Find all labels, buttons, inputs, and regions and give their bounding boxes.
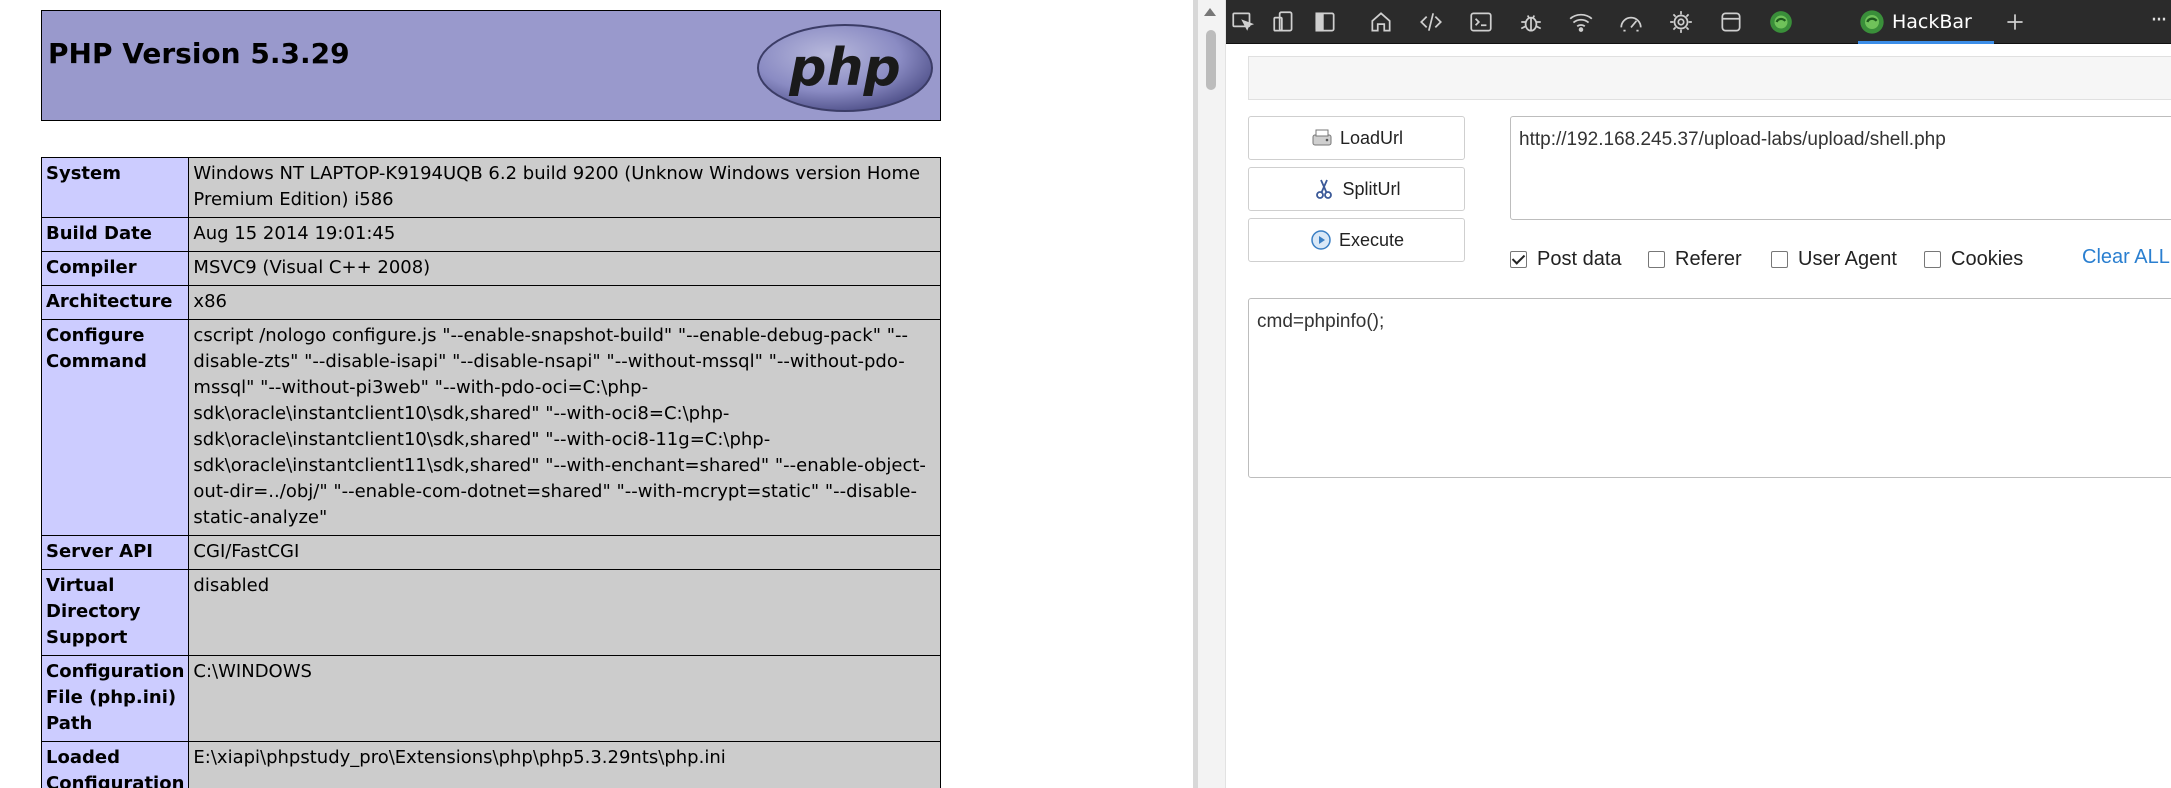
row-value: CGI/FastCGI (188, 535, 941, 570)
wifi-icon[interactable] (1564, 5, 1598, 39)
row-value: disabled (188, 569, 941, 656)
add-tab-icon[interactable] (1998, 5, 2032, 39)
table-row: Compiler MSVC9 (Visual C++ 2008) (40, 251, 941, 286)
post-data-checkbox[interactable] (1510, 250, 1527, 268)
table-row: Server API CGI/FastCGI (40, 535, 941, 570)
referer-checkbox[interactable] (1648, 250, 1665, 268)
home-icon[interactable] (1364, 5, 1398, 39)
scissors-icon (1316, 179, 1333, 199)
row-label: System (40, 157, 190, 218)
devtools-toolbar: HackBar ··· (1226, 0, 2171, 44)
table-row: Virtual Directory Support disabled (40, 569, 941, 656)
table-row: Loaded Configuration E:\xiapi\phpstudy_pr… (40, 741, 941, 788)
application-icon[interactable] (1714, 5, 1748, 39)
row-label: Configure Command (40, 319, 190, 536)
execute-button[interactable]: Execute (1248, 218, 1465, 262)
row-label: Build Date (40, 217, 190, 252)
post-data-label: Post data (1537, 247, 1622, 270)
user-agent-label: User Agent (1798, 247, 1897, 270)
table-row: Configure Command cscript /nologo configu… (40, 319, 941, 536)
split-url-button[interactable]: SplitUrl (1248, 167, 1465, 211)
table-row: Configuration File (php.ini) Path C:\WIND… (40, 655, 941, 742)
tab-hackbar[interactable]: HackBar (1858, 0, 1994, 44)
load-url-icon (1312, 129, 1332, 146)
referer-label: Referer (1675, 247, 1742, 270)
row-value: Aug 15 2014 19:01:45 (188, 217, 941, 252)
phpinfo-table: System Windows NT LAPTOP-K9194UQB 6.2 bui… (40, 157, 941, 788)
hackbar-tab-icon (1860, 10, 1884, 34)
load-url-button[interactable]: LoadUrl (1248, 116, 1465, 160)
cookies-option[interactable]: Cookies (1924, 246, 2023, 272)
referer-option[interactable]: Referer (1648, 246, 1742, 272)
devtools-panel: HackBar ··· LoadUrl SplitUrl Execute htt… (1198, 0, 2171, 788)
row-label: Architecture (40, 285, 190, 320)
active-tab-indicator (1858, 41, 1994, 44)
row-value: MSVC9 (Visual C++ 2008) (188, 251, 941, 286)
hackbar-extension-icon[interactable] (1764, 5, 1798, 39)
cookies-checkbox[interactable] (1924, 250, 1941, 268)
post-data-option[interactable]: Post data (1510, 246, 1622, 272)
device-emulation-icon[interactable] (1267, 5, 1301, 39)
cpu-icon[interactable] (1664, 5, 1698, 39)
load-url-label: LoadUrl (1339, 127, 1404, 148)
row-label: Configuration File (php.ini) Path (40, 655, 190, 742)
post-data-input[interactable]: cmd=phpinfo(); (1248, 298, 2171, 478)
inspect-icon[interactable] (1226, 5, 1260, 39)
phpinfo-page: PHP Version 5.3.29 php System Windows NT … (0, 0, 1193, 788)
execute-label: Execute (1338, 229, 1405, 250)
php-logo: php (757, 24, 933, 112)
url-input[interactable]: http://192.168.245.37/upload-labs/upload… (1510, 116, 2171, 220)
scroll-up-arrow-icon[interactable] (1204, 8, 1216, 16)
play-icon (1311, 230, 1331, 250)
row-label: Server API (40, 535, 190, 570)
table-row: System Windows NT LAPTOP-K9194UQB 6.2 bui… (40, 157, 941, 218)
page-scrollbar[interactable] (1198, 0, 1226, 788)
more-tools-icon[interactable]: ··· (2145, 8, 2171, 38)
row-label: Virtual Directory Support (40, 569, 190, 656)
dock-side-icon[interactable] (1308, 5, 1342, 39)
table-row: Build Date Aug 15 2014 19:01:45 (40, 217, 941, 252)
performance-icon[interactable] (1614, 5, 1648, 39)
bug-icon[interactable] (1514, 5, 1548, 39)
user-agent-checkbox[interactable] (1771, 250, 1788, 268)
cookies-label: Cookies (1951, 247, 2024, 270)
row-value: E:\xiapi\phpstudy_pro\Extensions\php\php… (188, 741, 941, 788)
php-logo-text: php (788, 38, 900, 98)
hackbar-menu-bar (1248, 56, 2171, 100)
row-label: Loaded Configuration (40, 741, 190, 788)
row-value: cscript /nologo configure.js "--enable-s… (188, 319, 941, 536)
row-label: Compiler (40, 251, 190, 286)
console-icon[interactable] (1464, 5, 1498, 39)
page-title: PHP Version 5.3.29 (48, 37, 350, 70)
row-value: C:\WINDOWS (188, 655, 941, 742)
row-value: Windows NT LAPTOP-K9194UQB 6.2 build 920… (188, 157, 941, 218)
php-version-header: PHP Version 5.3.29 php (41, 10, 941, 121)
user-agent-option[interactable]: User Agent (1771, 246, 1897, 272)
clear-all-link[interactable]: Clear ALL (2082, 246, 2170, 269)
tab-hackbar-label: HackBar (1892, 11, 1972, 33)
scrollbar-thumb[interactable] (1206, 30, 1216, 90)
code-icon[interactable] (1414, 5, 1448, 39)
table-row: Architecture x86 (40, 285, 941, 320)
row-value: x86 (188, 285, 941, 320)
split-url-label: SplitUrl (1342, 178, 1401, 199)
